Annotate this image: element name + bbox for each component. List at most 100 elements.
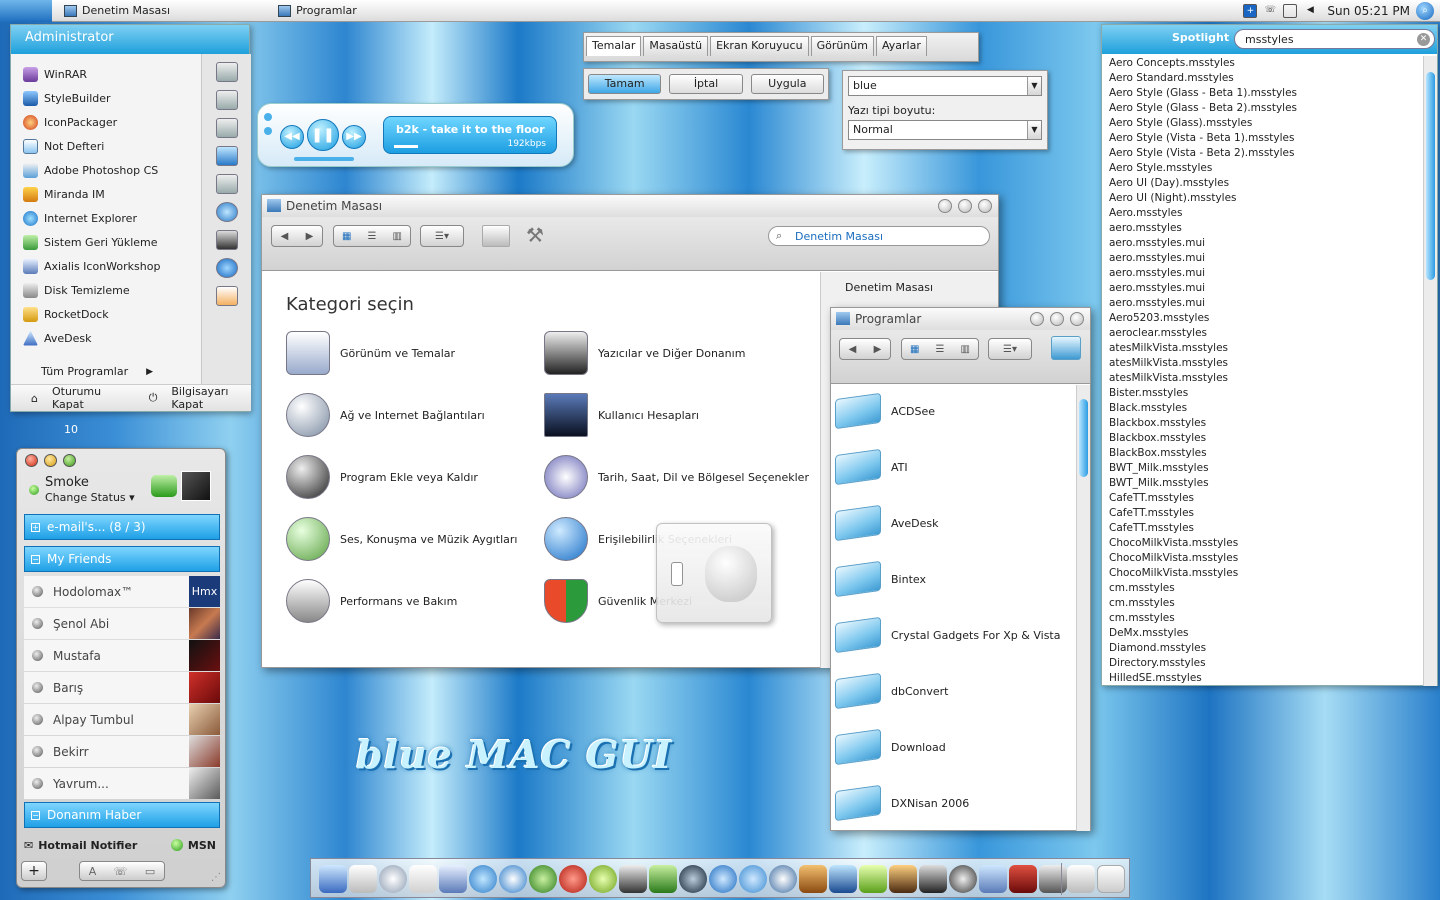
- window-titlebar[interactable]: Programlar: [831, 308, 1090, 330]
- category-performance[interactable]: Performans ve Bakım: [286, 579, 457, 623]
- preview-icon[interactable]: [439, 865, 467, 893]
- list-view-icon[interactable]: ☰: [936, 344, 945, 355]
- back-arrow-icon[interactable]: ◀: [849, 344, 857, 355]
- spotlight-result[interactable]: Aero.msstyles: [1102, 206, 1422, 221]
- start-item-iconpackager[interactable]: IconPackager: [11, 110, 201, 134]
- spotlight-result[interactable]: ChocoMilkVista.msstyles: [1102, 551, 1422, 566]
- start-item-notepad[interactable]: Not Defteri: [11, 134, 201, 158]
- category-printers[interactable]: Yazıcılar ve Diğer Donanım: [544, 331, 745, 375]
- plant-icon[interactable]: [649, 865, 677, 893]
- clear-search-icon[interactable]: ✕: [1417, 33, 1430, 46]
- music-icon[interactable]: [589, 865, 617, 893]
- spotlight-result[interactable]: ChocoMilkVista.msstyles: [1102, 566, 1422, 581]
- add-contact-button[interactable]: +: [21, 861, 47, 881]
- icon-view-icon[interactable]: ▦: [342, 231, 351, 242]
- tab-settings[interactable]: Ayarlar: [875, 36, 927, 56]
- list-view-icon[interactable]: ☰: [368, 231, 377, 242]
- flash-icon[interactable]: [559, 865, 587, 893]
- spotlight-result[interactable]: Aero UI (Night).msstyles: [1102, 191, 1422, 206]
- group-my-friends[interactable]: − My Friends: [24, 546, 220, 572]
- track-progress[interactable]: [394, 145, 418, 148]
- start-item-disk-cleanup[interactable]: Disk Temizleme: [11, 278, 201, 302]
- itunes-icon[interactable]: [859, 865, 887, 893]
- network-icon[interactable]: [215, 202, 238, 222]
- start-item-avedesk[interactable]: AveDesk: [11, 326, 201, 350]
- spotlight-result[interactable]: aero.msstyles.mui: [1102, 266, 1422, 281]
- close-button[interactable]: [978, 199, 992, 213]
- chat-buddies-icon[interactable]: [469, 865, 497, 893]
- spotlight-result[interactable]: BWT_Milk.msstyles: [1102, 461, 1422, 476]
- contact-row[interactable]: Bekirr: [24, 736, 220, 767]
- zoom-button[interactable]: [1050, 312, 1064, 326]
- font-icon[interactable]: A: [89, 865, 97, 878]
- contact-row[interactable]: Alpay Tumbul: [24, 704, 220, 735]
- phone-icon[interactable]: ☏: [114, 865, 128, 878]
- cancel-button[interactable]: İptal: [669, 74, 743, 94]
- movie-icon[interactable]: [919, 865, 947, 893]
- new-folder-icon[interactable]: [482, 225, 510, 247]
- forward-button[interactable]: ▶▶: [342, 125, 366, 149]
- run-icon[interactable]: [215, 286, 238, 306]
- spotlight-result[interactable]: aeroclear.msstyles: [1102, 326, 1422, 341]
- new-folder-icon[interactable]: [1051, 336, 1081, 360]
- start-item-photoshop[interactable]: Adobe Photoshop CS: [11, 158, 201, 182]
- textedit-icon[interactable]: [409, 865, 437, 893]
- category-appearance[interactable]: Görünüm ve Temalar: [286, 331, 455, 375]
- phone-tray-icon[interactable]: ☏: [1263, 4, 1277, 18]
- folder-item[interactable]: Download: [835, 728, 946, 766]
- spotlight-result[interactable]: aero.msstyles: [1102, 221, 1422, 236]
- logoff-button[interactable]: ⌂ Oturumu Kapat: [21, 385, 125, 411]
- finder-icon[interactable]: [319, 865, 347, 893]
- search-input[interactable]: ⌕ Denetim Masası: [768, 226, 990, 246]
- volume-slider[interactable]: [294, 157, 354, 161]
- close-dot-icon[interactable]: [264, 113, 272, 121]
- window-titlebar[interactable]: Denetim Masası: [262, 195, 998, 217]
- plus-tray-icon[interactable]: +: [1243, 4, 1258, 18]
- computer-icon[interactable]: [215, 146, 238, 166]
- category-add-remove[interactable]: Program Ekle veya Kaldır: [286, 455, 478, 499]
- spotlight-result[interactable]: Blackbox.msstyles: [1102, 416, 1422, 431]
- category-sounds[interactable]: Ses, Konuşma ve Müzik Aygıtları: [286, 517, 517, 561]
- close-button[interactable]: [1070, 312, 1084, 326]
- spotlight-result[interactable]: CafeTT.msstyles: [1102, 491, 1422, 506]
- contact-row[interactable]: Hodolomax™ Hmx: [24, 576, 220, 607]
- documents-icon[interactable]: [215, 62, 238, 82]
- zoom-button[interactable]: [63, 454, 76, 467]
- safari-icon[interactable]: [499, 865, 527, 893]
- spotlight-result[interactable]: Blackbox.msstyles: [1102, 431, 1422, 446]
- dvd-icon[interactable]: [679, 865, 707, 893]
- hotmail-notifier[interactable]: ✉ Hotmail Notifier MSN: [24, 836, 220, 854]
- pictures-icon[interactable]: [215, 90, 238, 110]
- spotlight-result[interactable]: Directory.msstyles: [1102, 656, 1422, 671]
- group-donanim-haber[interactable]: − Donanım Haber: [24, 802, 220, 828]
- apple-widget[interactable]: [656, 523, 772, 623]
- spotlight-search-input[interactable]: msstyles ✕: [1234, 29, 1435, 49]
- color-scheme-select[interactable]: blue ▼: [848, 76, 1042, 96]
- category-network[interactable]: Ağ ve Internet Bağlantıları: [286, 393, 485, 437]
- sync-icon[interactable]: [529, 865, 557, 893]
- folder-item[interactable]: dbConvert: [835, 672, 948, 710]
- documents-icon[interactable]: [349, 865, 377, 893]
- spotlight-result[interactable]: DeMx.msstyles: [1102, 626, 1422, 641]
- folder-item[interactable]: Bintex: [835, 560, 926, 598]
- tools-icon[interactable]: ⚒: [526, 223, 544, 247]
- arrange-button[interactable]: ☰▾: [420, 225, 464, 247]
- category-date-time[interactable]: Tarih, Saat, Dil ve Bölgesel Seçenekler: [544, 455, 809, 499]
- spotlight-result[interactable]: Aero Style (Glass - Beta 2).msstyles: [1102, 101, 1422, 116]
- spotlight-result[interactable]: BlackBox.msstyles: [1102, 446, 1422, 461]
- category-user-accounts[interactable]: Kullanıcı Hesapları: [544, 393, 699, 437]
- arrange-button[interactable]: ☰▾: [988, 338, 1032, 360]
- spotlight-result[interactable]: aero.msstyles.mui: [1102, 296, 1422, 311]
- minimize-button[interactable]: [1030, 312, 1044, 326]
- zoom-button[interactable]: [958, 199, 972, 213]
- spotlight-result[interactable]: CafeTT.msstyles: [1102, 506, 1422, 521]
- scrollbar-thumb[interactable]: [1426, 72, 1435, 280]
- tools-icon[interactable]: [215, 174, 238, 194]
- folder-item[interactable]: ACDSee: [835, 392, 935, 430]
- spotlight-result[interactable]: ChocoMilkVista.msstyles: [1102, 536, 1422, 551]
- back-arrow-icon[interactable]: ◀: [281, 231, 289, 242]
- menubar-item-programs[interactable]: Programlar: [278, 4, 357, 17]
- all-programs[interactable]: Tüm Programlar ▶: [11, 365, 201, 378]
- music-icon[interactable]: [215, 118, 238, 138]
- spotlight-result[interactable]: atesMilkVista.msstyles: [1102, 356, 1422, 371]
